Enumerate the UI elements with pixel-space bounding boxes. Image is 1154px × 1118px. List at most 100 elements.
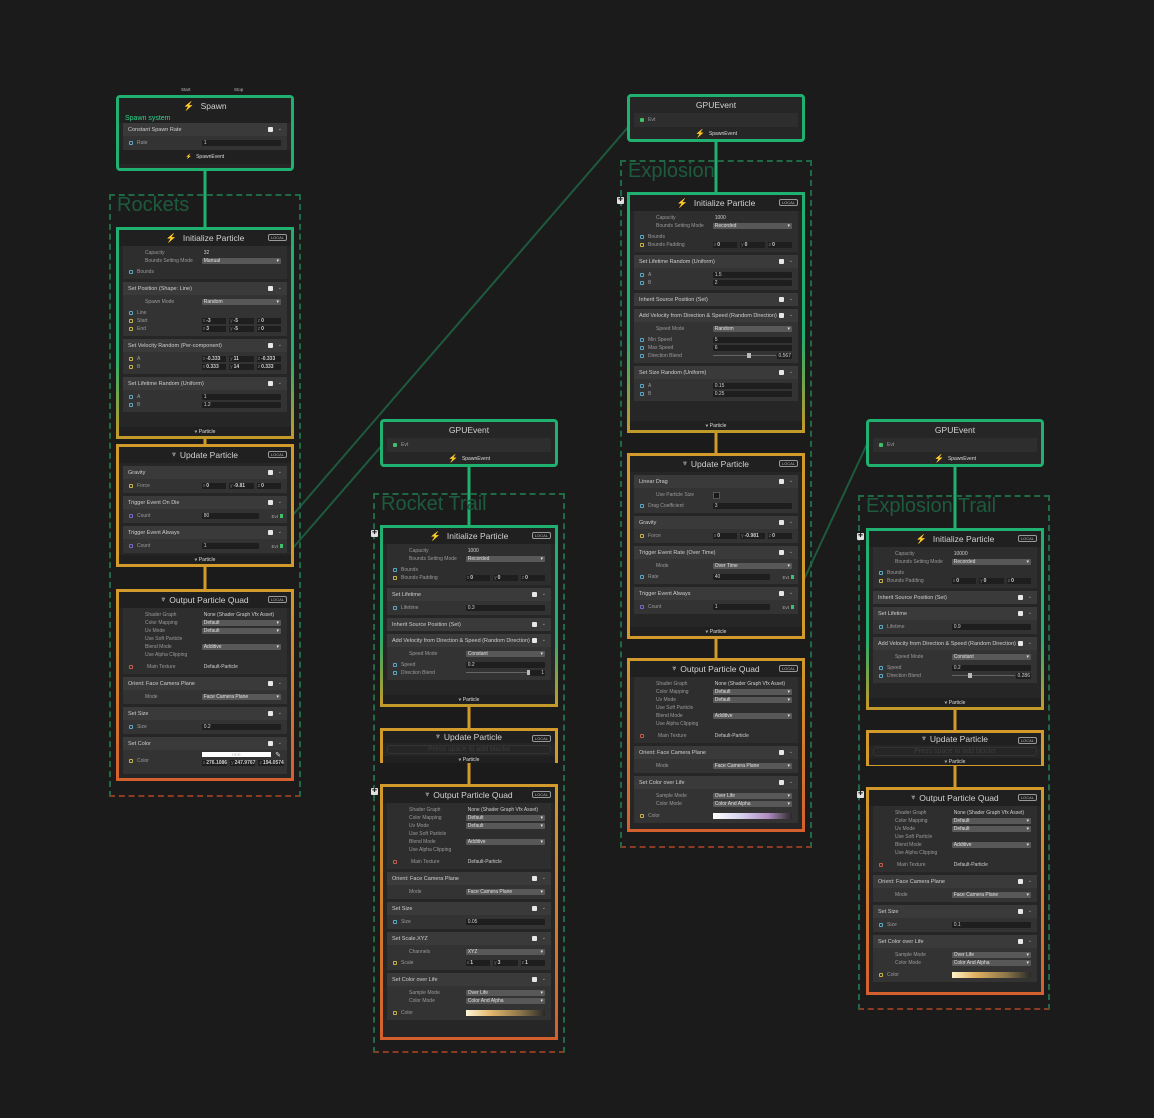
- a-field[interactable]: 1.5: [712, 272, 792, 278]
- chevron-down-icon[interactable]: ⌄: [789, 590, 793, 596]
- chevron-down-icon[interactable]: ⌄: [789, 519, 793, 525]
- space-toggle[interactable]: LOCAL: [778, 460, 798, 467]
- input-port[interactable]: [393, 606, 397, 610]
- input-port[interactable]: [393, 920, 397, 924]
- capacity-field[interactable]: 10000: [952, 551, 1031, 557]
- chevron-down-icon[interactable]: ⌄: [789, 312, 793, 318]
- direction-blend-slider[interactable]: [465, 670, 531, 675]
- input-port[interactable]: [640, 235, 644, 239]
- chevron-down-icon[interactable]: ⌄: [1028, 938, 1032, 944]
- shader-graph-field[interactable]: None (Shader Graph Vfx Asset): [713, 681, 792, 687]
- input-port[interactable]: [129, 725, 133, 729]
- enable-checkbox[interactable]: [779, 591, 784, 596]
- b-field[interactable]: 0.25: [712, 391, 792, 397]
- evt-input-row[interactable]: Evt: [873, 438, 1037, 452]
- uv-mode-dropdown[interactable]: Default: [201, 628, 281, 634]
- block-orient[interactable]: Orient: Face Camera Plane ⌄ Mode Face Came…: [387, 872, 551, 899]
- enable-checkbox[interactable]: [532, 977, 537, 982]
- force-vector[interactable]: x0 y-9.81 z0: [201, 483, 281, 489]
- enable-checkbox[interactable]: [268, 500, 273, 505]
- block-inherit-source-position[interactable]: Inherit Source Position (Set) ⌄: [873, 591, 1037, 604]
- particle-flow-out[interactable]: ⩔ Particle: [119, 555, 291, 564]
- input-port[interactable]: [640, 734, 644, 738]
- shader-graph-field[interactable]: None (Shader Graph Vfx Asset): [952, 810, 1031, 816]
- block-add-velocity[interactable]: Add Velocity from Direction & Speed (Ran…: [634, 309, 798, 363]
- hdr-color-swatch[interactable]: HDR: [201, 752, 271, 757]
- speed-mode-dropdown[interactable]: Constant: [951, 654, 1031, 660]
- block-gravity[interactable]: Gravity ⌄ Force x0 y-9.81 z0: [123, 466, 287, 493]
- enable-checkbox[interactable]: [532, 876, 537, 881]
- b-field[interactable]: 2: [712, 280, 792, 286]
- block-trigger-event-rate[interactable]: Trigger Event Rate (Over Time) ⌄ Mode Over…: [634, 546, 798, 584]
- block-orient[interactable]: Orient: Face Camera Plane ⌄ Mode Face Came…: [123, 677, 287, 704]
- b-field[interactable]: 1.2: [201, 402, 281, 408]
- lifetime-field[interactable]: 0.3: [465, 605, 545, 611]
- rocket-trail-initialize-context[interactable]: ⚡ Initialize Particle LOCAL Capacity 1000 B…: [380, 525, 558, 707]
- input-port[interactable]: [129, 327, 133, 331]
- input-port[interactable]: [393, 860, 397, 864]
- space-toggle[interactable]: LOCAL: [1017, 535, 1037, 542]
- count-field[interactable]: 80: [201, 513, 259, 519]
- evt-input-row[interactable]: Evt: [387, 438, 551, 452]
- max-speed-field[interactable]: 6: [712, 345, 792, 351]
- block-set-lifetime[interactable]: Set Lifetime ⌄ Lifetime 0.3: [387, 588, 551, 615]
- evt-output-port[interactable]: Evt: [271, 543, 283, 549]
- enable-checkbox[interactable]: [532, 936, 537, 941]
- spawn-context[interactable]: ⚡ Spawn Spawn system Constant Spawn Rate ⌄…: [116, 95, 294, 171]
- min-speed-field[interactable]: 5: [712, 337, 792, 343]
- system-name[interactable]: Spawn system: [119, 114, 291, 123]
- input-port[interactable]: [640, 281, 644, 285]
- block-trigger-event-on-die[interactable]: Trigger Event On Die ⌄ Count 80 Evt: [123, 496, 287, 523]
- chevron-down-icon[interactable]: ⌄: [789, 478, 793, 484]
- enable-checkbox[interactable]: [268, 681, 273, 686]
- eyedropper-icon[interactable]: ✎: [275, 751, 281, 759]
- input-port[interactable]: [640, 504, 644, 508]
- shader-graph-field[interactable]: None (Shader Graph Vfx Asset): [202, 612, 281, 618]
- enable-checkbox[interactable]: [779, 259, 784, 264]
- add-blocks-placeholder[interactable]: Press space to add blocks: [873, 747, 1037, 756]
- orient-mode-dropdown[interactable]: Face Camera Plane: [951, 892, 1031, 898]
- input-port[interactable]: [393, 961, 397, 965]
- orient-mode-dropdown[interactable]: Face Camera Plane: [201, 694, 281, 700]
- enable-checkbox[interactable]: [268, 127, 273, 132]
- particle-flow-out[interactable]: ⩔ Particle: [869, 758, 1041, 765]
- pin-icon[interactable]: ✚: [617, 197, 624, 204]
- capacity-field[interactable]: 1000: [466, 548, 545, 554]
- chevron-down-icon[interactable]: ⌄: [278, 529, 282, 535]
- input-port[interactable]: [640, 814, 644, 818]
- gradient-field[interactable]: [951, 972, 1031, 978]
- block-set-size-random[interactable]: Set Size Random (Uniform) ⌄ A 0.15 B 0.25: [634, 366, 798, 401]
- enable-checkbox[interactable]: [532, 638, 537, 643]
- chevron-down-icon[interactable]: ⌄: [542, 591, 546, 597]
- bounds-padding-vector[interactable]: x0 y0 z0: [465, 575, 545, 581]
- chevron-down-icon[interactable]: ⌄: [542, 976, 546, 982]
- input-port[interactable]: [879, 571, 883, 575]
- input-port[interactable]: [879, 674, 883, 678]
- input-port[interactable]: [879, 863, 883, 867]
- uv-mode-dropdown[interactable]: Default: [465, 823, 545, 829]
- input-port[interactable]: [640, 575, 644, 579]
- drag-coefficient-field[interactable]: 3: [712, 503, 792, 509]
- speed-field[interactable]: 0.2: [951, 665, 1031, 671]
- a-field[interactable]: 1: [201, 394, 281, 400]
- uv-mode-dropdown[interactable]: Default: [951, 826, 1031, 832]
- block-set-size[interactable]: Set Size ⌄ Size 0.2: [123, 707, 287, 734]
- stop-port-label[interactable]: Stop: [234, 87, 243, 92]
- explosion-output-context[interactable]: ⩔ Output Particle Quad LOCAL Shader Graph N…: [627, 658, 805, 832]
- chevron-down-icon[interactable]: ⌄: [1028, 640, 1032, 646]
- direction-blend-field[interactable]: 0.567: [777, 353, 792, 359]
- pin-icon[interactable]: ✚: [371, 530, 378, 537]
- evt-output-port[interactable]: Evt: [782, 604, 794, 610]
- input-port[interactable]: [640, 338, 644, 342]
- chevron-down-icon[interactable]: ⌄: [542, 621, 546, 627]
- space-toggle[interactable]: LOCAL: [531, 532, 551, 539]
- evt-input-port[interactable]: [393, 443, 397, 447]
- group-title[interactable]: Explosion: [628, 160, 715, 183]
- enable-checkbox[interactable]: [532, 592, 537, 597]
- rockets-update-context[interactable]: ⩔ Update Particle LOCAL Gravity ⌄ Force x0 y-…: [116, 444, 294, 567]
- color-mapping-dropdown[interactable]: Default: [201, 620, 281, 626]
- block-add-velocity[interactable]: Add Velocity from Direction & Speed (Ran…: [873, 637, 1037, 683]
- size-field[interactable]: 0.1: [951, 922, 1031, 928]
- input-port[interactable]: [129, 514, 133, 518]
- rate-field[interactable]: 40: [712, 574, 770, 580]
